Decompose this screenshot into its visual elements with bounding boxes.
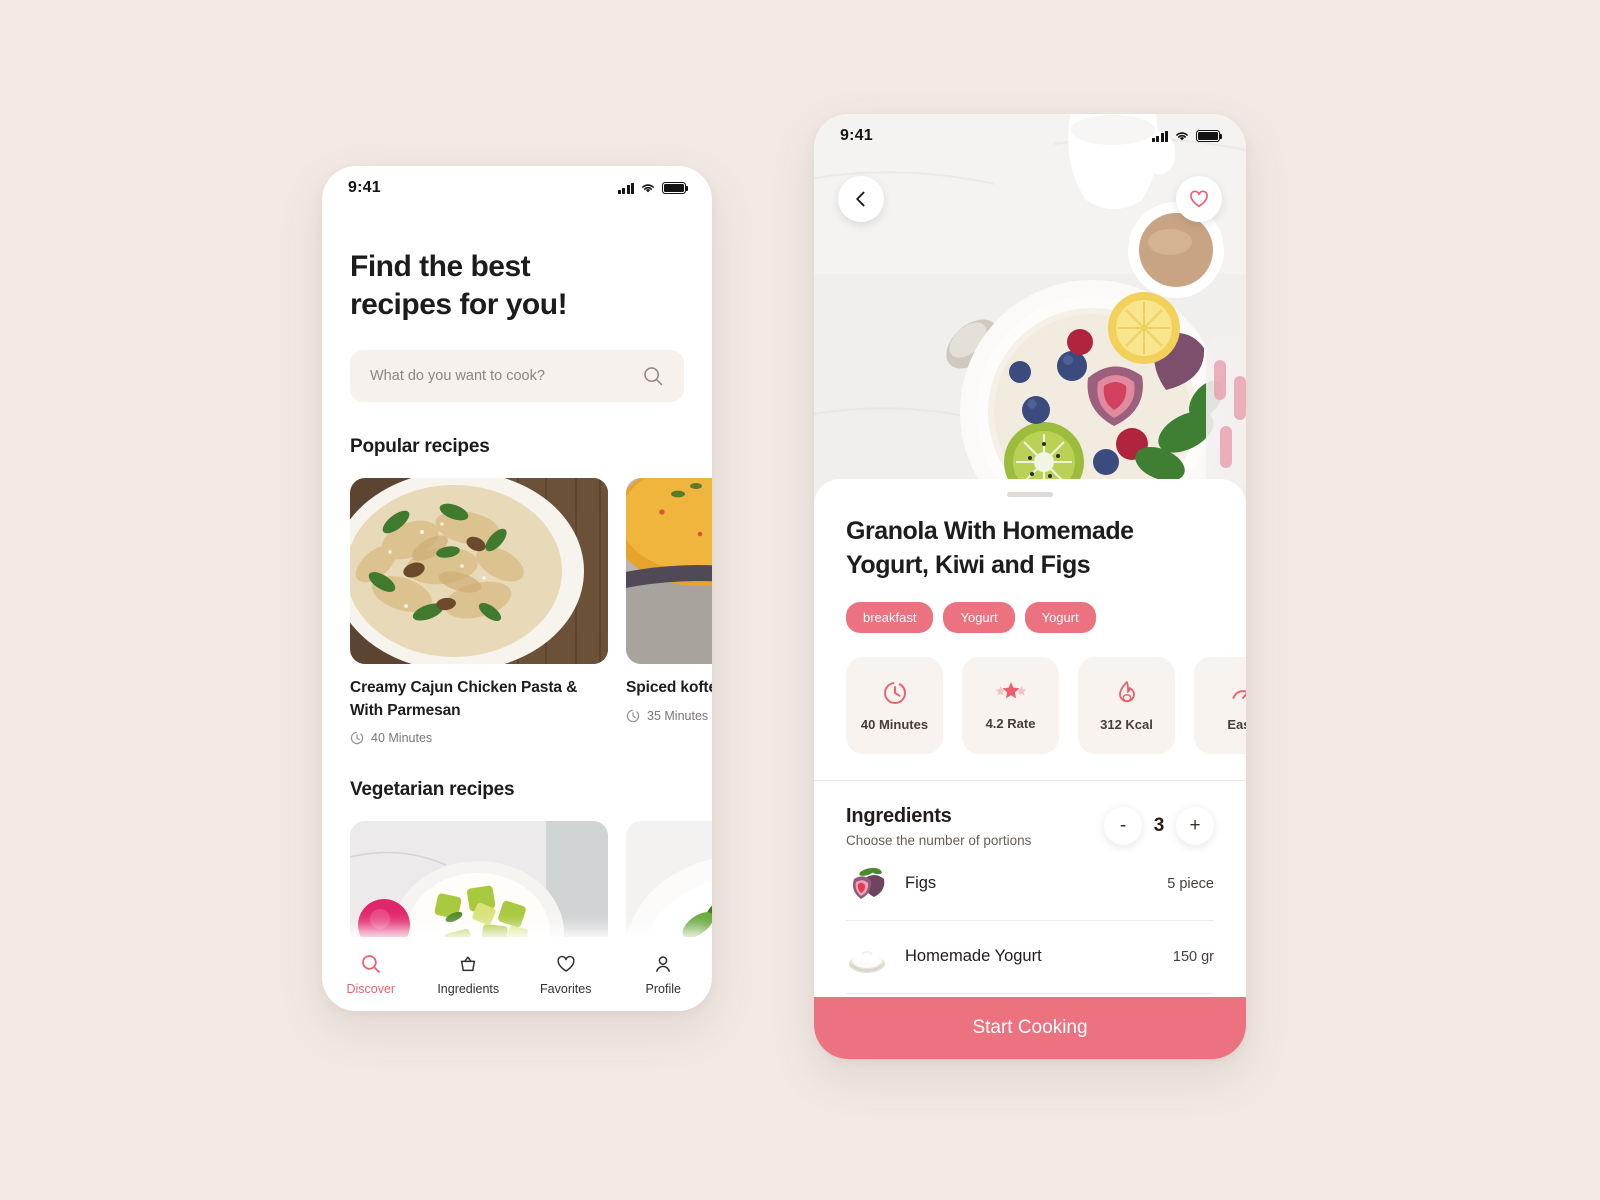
status-bar: 9:41	[322, 166, 712, 210]
ingredients-subtitle: Choose the number of portions	[846, 832, 1032, 848]
recipe-time-label: 40 Minutes	[371, 731, 433, 746]
recipe-rail-popular[interactable]: Creamy Cajun Chicken Pasta & With Parmes…	[350, 477, 712, 745]
ingredient-quantity: 150 gr	[1172, 948, 1214, 965]
status-indicators	[1151, 130, 1223, 142]
stat-card-time: 40 Minutes	[846, 656, 943, 754]
stat-label: 40 Minutes	[860, 716, 929, 732]
recipe-card[interactable]: Spiced kofte with chickpeas 35 Minutes	[626, 477, 712, 746]
section-divider	[814, 779, 1246, 781]
chevron-left-icon	[856, 191, 865, 207]
status-time: 9:41	[348, 179, 381, 196]
bottom-tab-bar[interactable]: Discover Ingredients Favorites Profile	[322, 937, 712, 1011]
page-title: Find the best recipes for you!	[350, 250, 568, 321]
portion-increase-button[interactable]: +	[1176, 807, 1214, 845]
ingredients-title: Ingredients	[846, 804, 952, 827]
stat-card-calories: 312 Kcal	[1078, 656, 1175, 754]
ingredient-row[interactable]: Homemade Yogurt 150 gr	[846, 921, 1214, 994]
search-input[interactable]	[370, 367, 632, 384]
flame-icon	[1118, 680, 1135, 702]
status-bar: 9:41	[814, 114, 1246, 158]
section-title-popular: Popular recipes	[350, 435, 490, 457]
recipe-thumbnail-pasta[interactable]	[350, 477, 608, 664]
favorite-button[interactable]	[1176, 176, 1222, 222]
yogurt-icon	[846, 936, 888, 978]
recipe-time: 40 Minutes	[350, 731, 608, 745]
status-indicators	[617, 182, 689, 194]
heart-icon	[1190, 190, 1208, 208]
section-title-vegetarian: Vegetarian recipes	[350, 779, 515, 801]
back-button[interactable]	[838, 176, 884, 222]
recipe-time: 35 Minutes	[626, 709, 712, 723]
recipe-detail-sheet: Granola With Homemade Yogurt, Kiwi and F…	[814, 479, 1246, 1059]
stat-card-rating: 4.2 Rate	[962, 656, 1059, 754]
start-cooking-button[interactable]: Start Cooking	[814, 997, 1246, 1059]
hero-controls	[814, 176, 1246, 222]
phone-detail-screen: 9:41 Granola With Homemade Yogurt, Kiwi …	[814, 114, 1246, 1059]
battery-icon	[662, 182, 689, 194]
tag-list: breakfast Yogurt Yogurt	[846, 601, 1214, 633]
portion-stepper[interactable]: - 3 +	[1104, 807, 1214, 845]
canvas: 9:41 Find the best recipes for you! What…	[0, 0, 1600, 1200]
recipe-time-label: 35 Minutes	[647, 708, 709, 723]
star-icon	[995, 681, 1026, 698]
search-icon	[361, 954, 380, 973]
sheet-content: Granola With Homemade Yogurt, Kiwi and F…	[814, 515, 1246, 754]
recipe-hero-image	[814, 114, 1246, 514]
figs-icon	[846, 863, 888, 905]
ingredients-titles: Ingredients Choose the number of portion…	[846, 805, 1031, 848]
phone-discover-screen: 9:41 Find the best recipes for you! What…	[322, 166, 712, 1011]
search-bar[interactable]	[350, 349, 684, 402]
wifi-icon	[642, 184, 654, 193]
stat-label: Easy	[1227, 716, 1246, 732]
ingredient-name: Homemade Yogurt	[905, 947, 1042, 965]
heart-icon	[557, 955, 575, 972]
recipe-title: Spiced kofte with chickpeas	[626, 678, 712, 696]
tag-chip[interactable]: Yogurt	[1024, 601, 1096, 633]
search-icon[interactable]	[642, 365, 664, 387]
ingredient-row[interactable]: Figs 5 piece	[846, 848, 1214, 921]
stat-label: 4.2 Rate	[985, 715, 1036, 731]
cellular-signal-icon	[617, 182, 634, 194]
recipe-thumbnail-kofte[interactable]	[626, 477, 712, 664]
battery-icon	[1196, 130, 1223, 142]
recipe-card[interactable]: Creamy Cajun Chicken Pasta & With Parmes…	[350, 477, 608, 745]
discover-content: Find the bestrecipes for you! Popular re…	[322, 248, 712, 1008]
recipe-stats-row[interactable]: 40 Minutes 4.2 Rate 312 Kcal Ea	[846, 656, 1246, 754]
cellular-signal-icon	[1151, 130, 1168, 142]
tab-label: Ingredients	[437, 981, 500, 996]
clock-icon	[350, 732, 364, 745]
status-time: 9:41	[840, 127, 873, 144]
stat-card-difficulty: Easy	[1194, 656, 1246, 754]
portion-value: 3	[1153, 815, 1165, 836]
ingredients-header: Ingredients Choose the number of portion…	[846, 805, 1214, 848]
tab-label: Profile	[645, 981, 681, 996]
clock-icon	[883, 681, 906, 704]
ingredient-quantity: 5 piece	[1167, 875, 1214, 892]
stat-label: 312 Kcal	[1100, 716, 1153, 732]
ingredient-name: Figs	[905, 874, 937, 892]
recipe-title: Creamy Cajun Chicken Pasta & With Parmes…	[350, 678, 578, 719]
tag-chip[interactable]: Yogurt	[943, 601, 1015, 633]
tag-chip[interactable]: breakfast	[846, 601, 934, 633]
clock-icon	[626, 709, 640, 722]
recipe-title: Granola With Homemade Yogurt, Kiwi and F…	[846, 517, 1134, 579]
basket-icon	[461, 955, 476, 971]
tab-label: Favorites	[540, 981, 592, 996]
person-icon	[656, 955, 671, 972]
tab-discover[interactable]: Discover	[322, 953, 420, 996]
tab-profile[interactable]: Profile	[615, 953, 713, 996]
wifi-icon	[1176, 132, 1188, 141]
tab-label: Discover	[346, 981, 396, 996]
tab-favorites[interactable]: Favorites	[517, 953, 615, 996]
sheet-drag-handle[interactable]	[1007, 492, 1053, 497]
tab-ingredients[interactable]: Ingredients	[420, 953, 518, 996]
portion-decrease-button[interactable]: -	[1104, 807, 1142, 845]
gauge-icon	[1232, 689, 1246, 699]
